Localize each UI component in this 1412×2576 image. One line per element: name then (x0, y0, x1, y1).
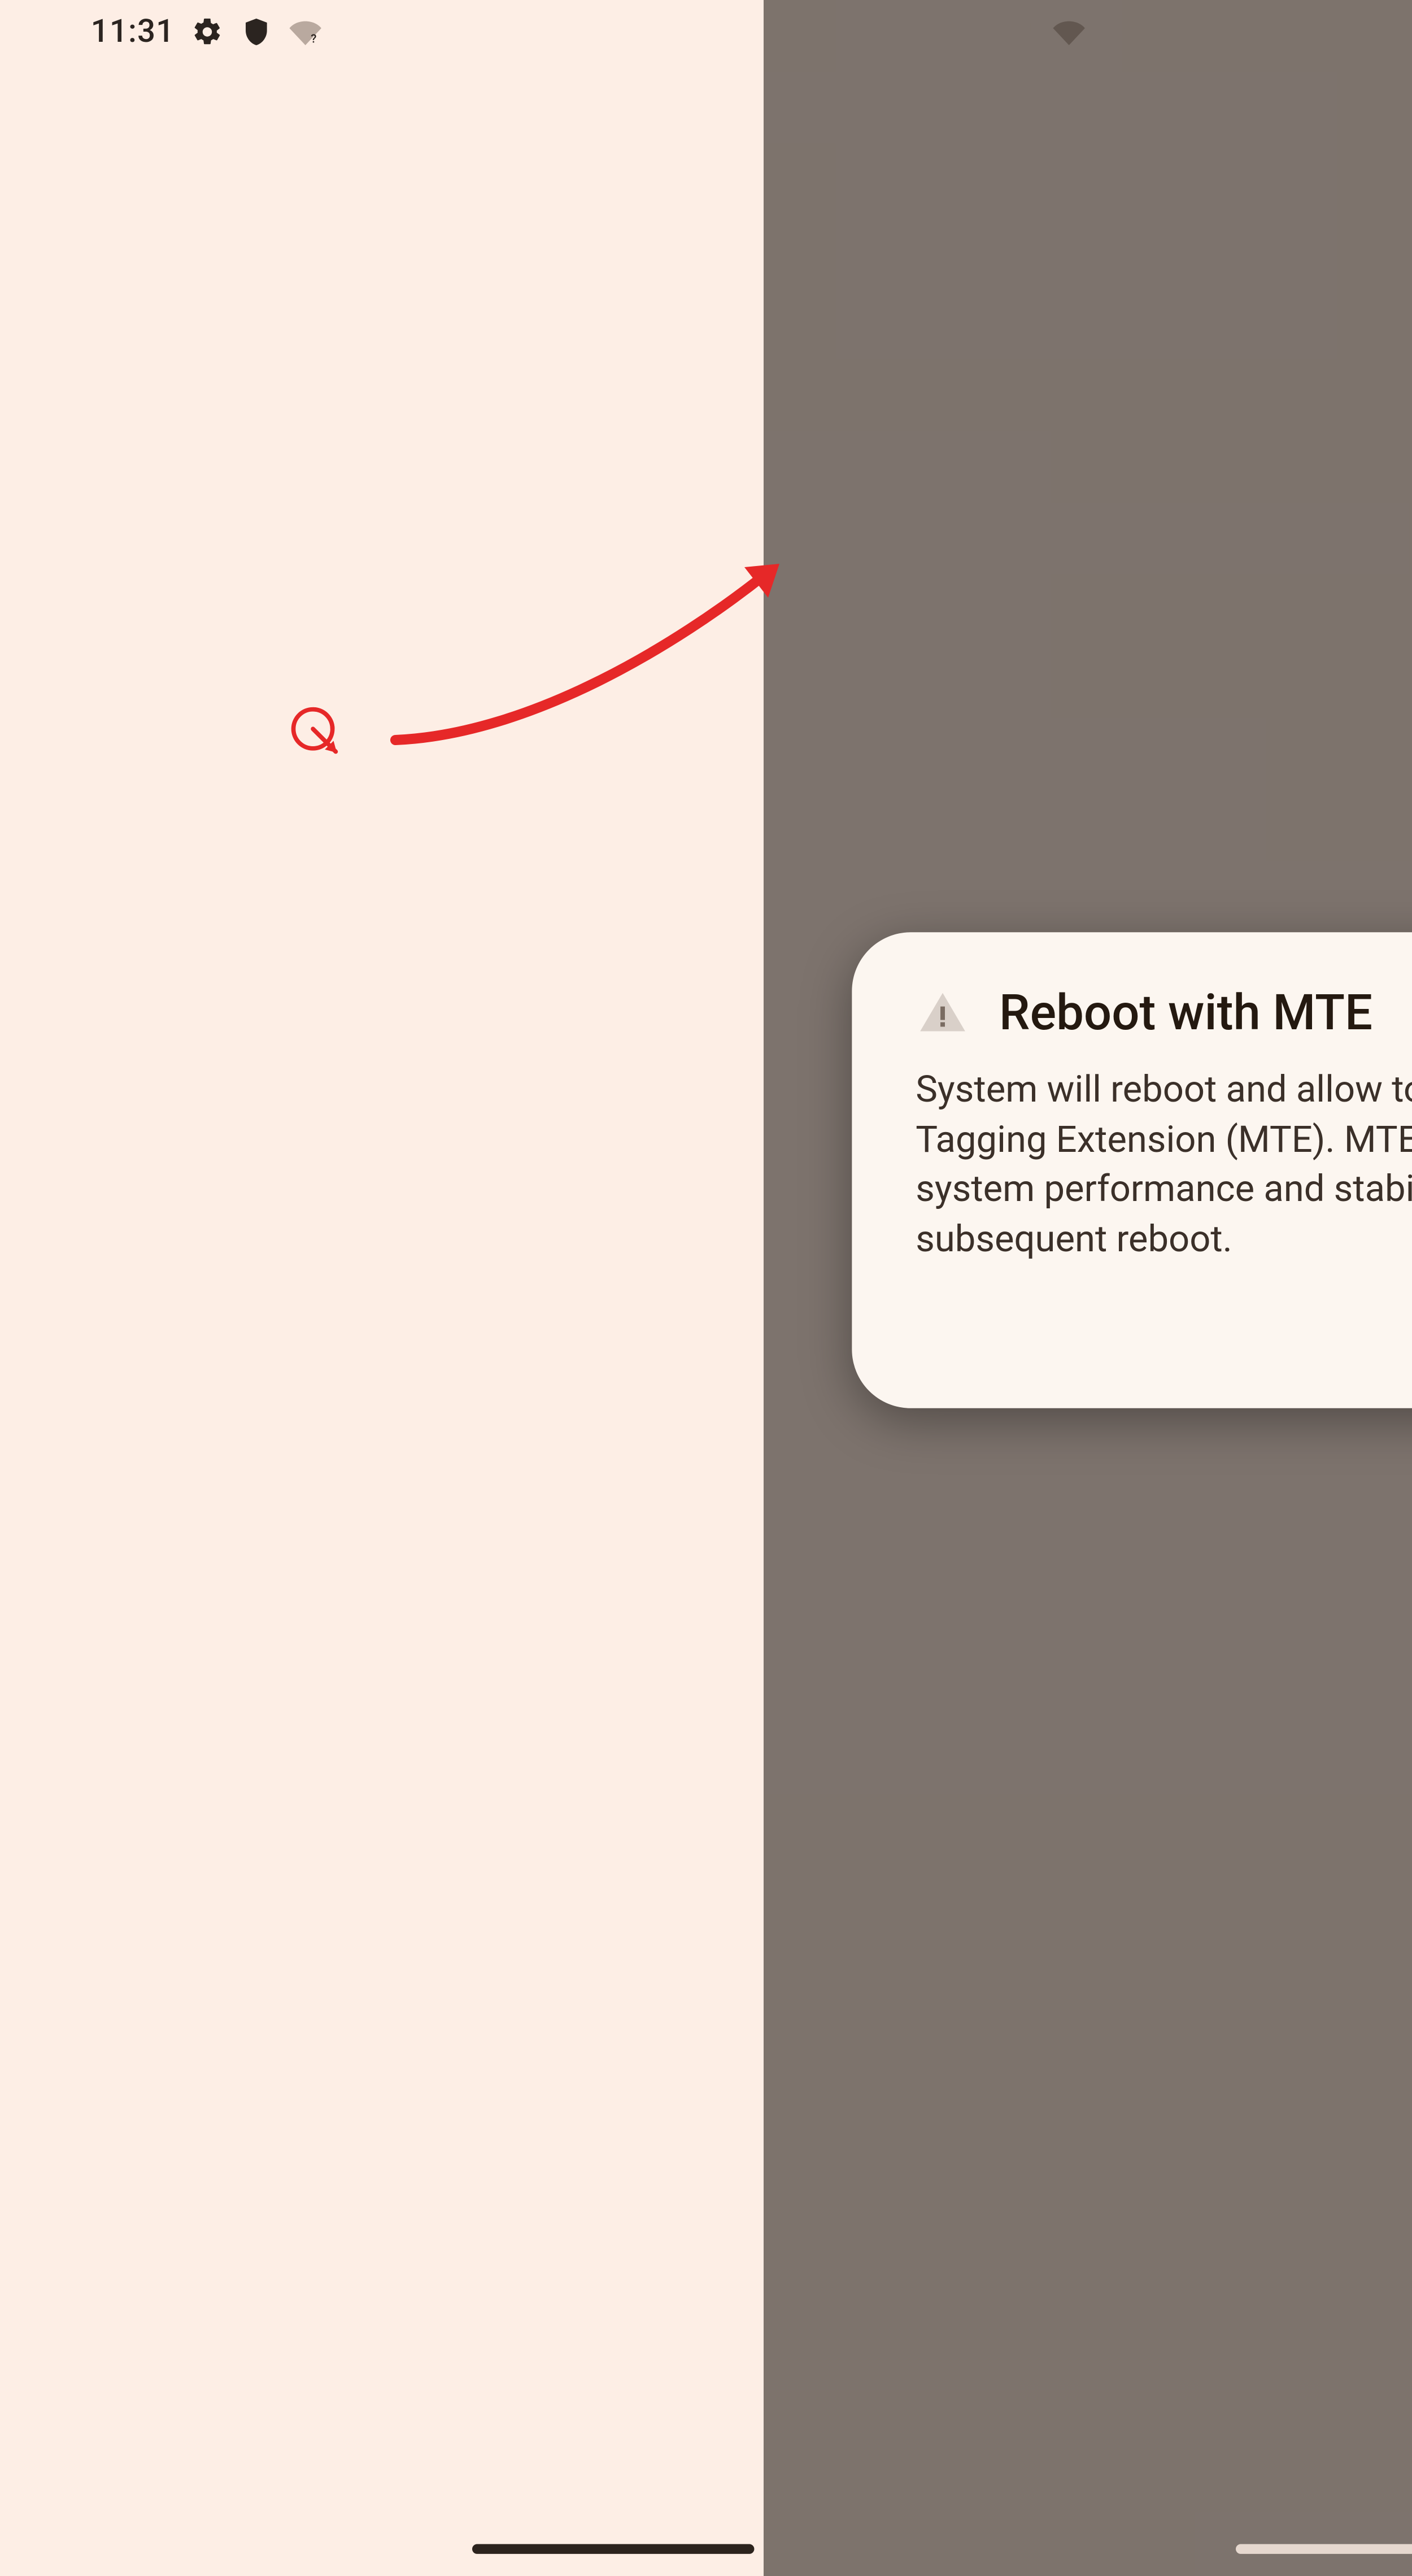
status-clock: 11:31 (91, 14, 175, 50)
dialog-reboot-with-mte: Reboot with MTE System will reboot and a… (852, 932, 1412, 1408)
tap-indicator-icon (287, 705, 341, 759)
nav-pill[interactable] (472, 2544, 754, 2554)
wifi-question-icon: ? (290, 16, 321, 47)
nav-pill[interactable] (1236, 2544, 1412, 2554)
shield-icon (241, 16, 273, 47)
warning-icon (916, 986, 970, 1040)
svg-text:?: ? (311, 32, 317, 46)
settings-gear-icon (192, 16, 224, 47)
dialog-title: Reboot with MTE (999, 984, 1372, 1041)
dialog-body: System will reboot and allow to experime… (916, 1066, 1412, 1265)
screen-right: 11:31 Developer options Use developer op… (764, 0, 1412, 2576)
